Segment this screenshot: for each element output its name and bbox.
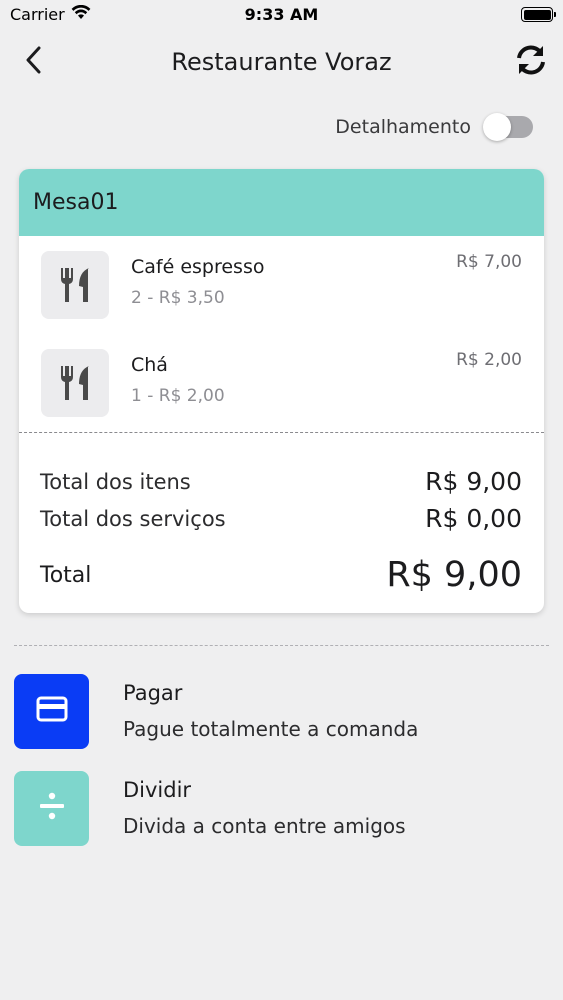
item-price: R$ 2,00 (456, 350, 522, 370)
items-total-label: Total dos itens (40, 469, 191, 494)
pay-subtitle: Pague totalmente a comanda (123, 717, 419, 741)
detail-toggle-label: Detalhamento (335, 116, 471, 138)
refresh-icon (514, 43, 548, 81)
pay-button[interactable]: Pagar Pague totalmente a comanda (14, 673, 549, 749)
item-price: R$ 7,00 (456, 252, 522, 272)
item-name: Chá (131, 354, 168, 376)
toggle-knob (483, 113, 511, 141)
grand-total-label: Total (40, 562, 92, 588)
split-subtitle: Divida a conta entre amigos (123, 814, 406, 838)
list-item: Chá 1 - R$ 2,00 R$ 2,00 (19, 334, 544, 432)
order-card: Mesa01 Café espresso 2 - R$ 3,50 R$ 7,00… (19, 169, 544, 613)
services-total-row: Total dos serviços R$ 0,00 (40, 500, 522, 537)
grand-total-value: R$ 9,00 (386, 555, 522, 595)
credit-card-icon (36, 696, 68, 726)
nav-bar: Restaurante Voraz (0, 36, 563, 88)
section-divider (14, 645, 549, 646)
items-total-value: R$ 9,00 (425, 467, 522, 496)
cutlery-icon (41, 251, 109, 319)
refresh-button[interactable] (513, 44, 549, 80)
detail-toggle-row: Detalhamento (335, 113, 533, 141)
item-detail: 2 - R$ 3,50 (131, 288, 225, 308)
items-total-row: Total dos itens R$ 9,00 (40, 463, 522, 500)
split-title: Dividir (123, 778, 192, 802)
cutlery-icon (41, 349, 109, 417)
page-title: Restaurante Voraz (171, 48, 392, 76)
services-total-label: Total dos serviços (40, 506, 226, 531)
status-time: 9:33 AM (244, 5, 319, 24)
pay-title: Pagar (123, 681, 183, 705)
item-name: Café espresso (131, 256, 265, 278)
card-header: Mesa01 (19, 169, 544, 236)
detail-toggle[interactable] (483, 113, 533, 141)
divide-icon (37, 791, 67, 825)
list-item: Café espresso 2 - R$ 3,50 R$ 7,00 (19, 236, 544, 334)
split-button[interactable]: Dividir Divida a conta entre amigos (14, 770, 549, 846)
services-total-value: R$ 0,00 (425, 504, 522, 533)
battery-icon (521, 7, 556, 22)
split-icon-tile (14, 770, 89, 846)
pay-icon-tile (14, 673, 89, 749)
item-detail: 1 - R$ 2,00 (131, 386, 225, 406)
grand-total-row: Total R$ 9,00 (40, 555, 522, 595)
status-bar: Carrier 9:33 AM (0, 0, 563, 30)
table-name: Mesa01 (33, 190, 119, 215)
totals-section: Total dos itens R$ 9,00 Total dos serviç… (19, 433, 544, 595)
